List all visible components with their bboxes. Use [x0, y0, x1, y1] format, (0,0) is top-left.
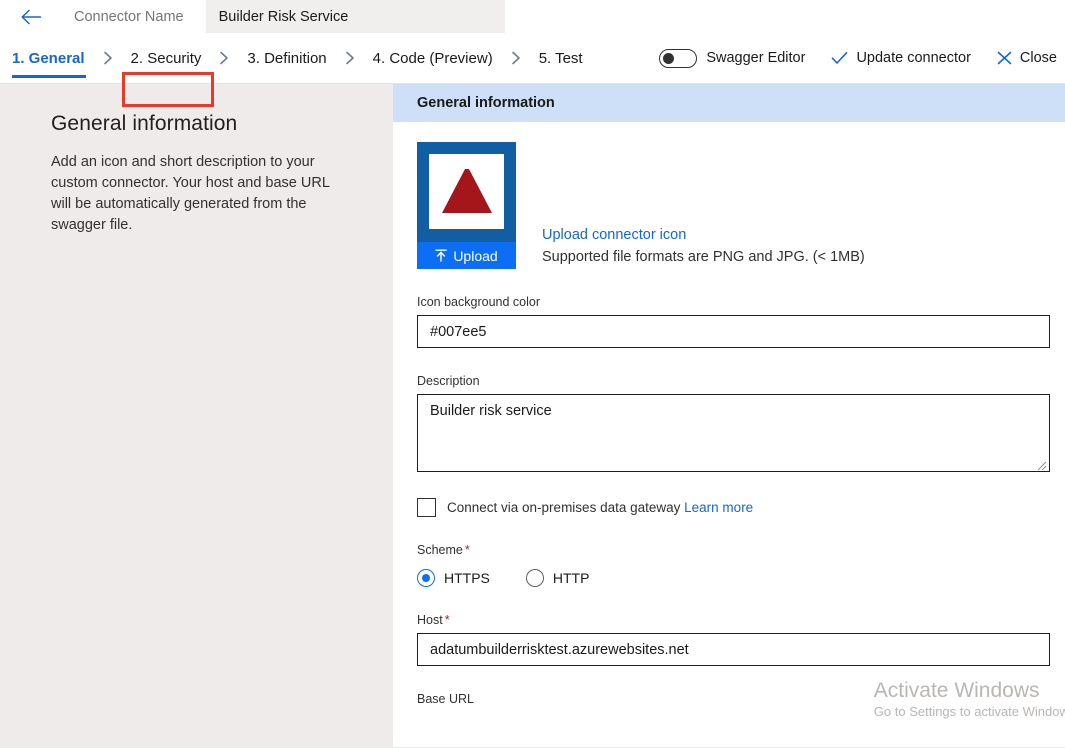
page-title: General information: [51, 112, 238, 135]
close-button[interactable]: Close: [997, 50, 1065, 66]
upload-format-note: Supported file formats are PNG and JPG. …: [542, 249, 865, 265]
icon-background-color-field: Icon background color #007ee5: [417, 295, 1065, 348]
host-label: Host *: [417, 613, 1065, 627]
step-label: 3. Definition: [247, 49, 327, 67]
step-chevron-icon-3: [340, 51, 360, 65]
base-url-field: Base URL: [417, 692, 1065, 706]
connector-icon-preview: [429, 154, 504, 229]
wizard-step-bar: 1. General 2. Security 3. Definition 4. …: [0, 33, 1065, 107]
gateway-checkbox-row: Connect via on-premises data gateway Lea…: [417, 498, 1065, 517]
description-input[interactable]: Builder risk service: [417, 394, 1050, 472]
connector-name-label: Connector Name: [74, 8, 184, 25]
top-bar-filler: [504, 0, 1065, 33]
upload-connector-icon-link[interactable]: Upload connector icon: [542, 225, 865, 245]
step-tab-code-preview[interactable]: 4. Code (Preview): [360, 33, 506, 84]
content-area: General information Add an icon and shor…: [0, 84, 1065, 747]
page-description: Add an icon and short description to you…: [51, 154, 330, 233]
gateway-checkbox-label: Connect via on-premises data gateway Lea…: [447, 500, 753, 515]
gateway-checkbox-text: Connect via on-premises data gateway: [447, 500, 681, 515]
scheme-option-https[interactable]: HTTPS: [417, 569, 490, 587]
scheme-option-https-label: HTTPS: [444, 570, 490, 586]
connector-icon-section: Upload Upload connector icon Supported f…: [417, 142, 1065, 269]
connector-name-tab[interactable]: Builder Risk Service: [205, 0, 505, 33]
scheme-label: Scheme *: [417, 543, 1065, 557]
step-tab-security[interactable]: 2. Security: [118, 33, 215, 84]
scheme-option-http[interactable]: HTTP: [525, 569, 590, 587]
upload-arrow-icon: [435, 249, 448, 262]
required-asterisk: *: [464, 543, 470, 557]
close-x-icon: [997, 51, 1012, 65]
step-tab-general[interactable]: 1. General: [0, 33, 98, 84]
panel-header: General information: [393, 84, 1065, 122]
step-chevron-icon-4: [506, 51, 526, 65]
toggle-knob: [663, 52, 675, 64]
scheme-label-text: Scheme: [417, 543, 463, 557]
step-chevron-icon-2: [214, 51, 234, 65]
description-label: Description: [417, 374, 480, 388]
host-input[interactable]: adatumbuilderrisktest.azurewebsites.net: [417, 633, 1050, 666]
gateway-checkbox[interactable]: [417, 498, 436, 517]
toggle-switch-icon: [659, 48, 698, 68]
scheme-radio-group: HTTPS HTTP: [417, 569, 1065, 587]
textarea-resize-grip[interactable]: [1037, 459, 1047, 471]
step-tab-test[interactable]: 5. Test: [526, 33, 596, 84]
icon-background-color-input[interactable]: #007ee5: [417, 315, 1050, 348]
description-field: Description Builder risk service: [417, 374, 1065, 472]
upload-button-label: Upload: [453, 247, 498, 264]
panel-body: Upload Upload connector icon Supported f…: [393, 142, 1065, 706]
step-tab-definition[interactable]: 3. Definition: [234, 33, 339, 84]
scheme-option-http-label: HTTP: [552, 570, 590, 586]
host-field: Host * adatumbuilderrisktest.azurewebsite…: [417, 613, 1065, 666]
back-arrow-icon: [20, 9, 42, 25]
step-label: 4. Code (Preview): [372, 49, 493, 67]
connector-icon-upload-card[interactable]: Upload: [417, 142, 516, 269]
base-url-label: Base URL: [417, 692, 474, 706]
scheme-field: Scheme * HTTPS HTTP: [417, 543, 1065, 587]
back-button[interactable]: [0, 0, 62, 33]
required-asterisk: *: [444, 613, 450, 627]
host-label-text: Host: [417, 613, 443, 627]
checkmark-icon: [831, 51, 848, 65]
connector-icon-texts: Upload connector icon Supported file for…: [542, 225, 865, 269]
update-connector-label: Update connector: [856, 50, 971, 66]
step-label: 2. Security: [130, 49, 202, 67]
radio-https-icon: [417, 569, 435, 587]
icon-background-color-label: Icon background color: [417, 295, 540, 309]
update-connector-button[interactable]: Update connector: [831, 50, 971, 66]
description-value: Builder risk service: [430, 403, 552, 419]
left-info-pane: General information Add an icon and shor…: [0, 84, 393, 747]
upload-icon-button[interactable]: Upload: [417, 242, 516, 269]
swagger-editor-label: Swagger Editor: [706, 50, 806, 66]
top-bar: Connector Name Builder Risk Service: [0, 0, 1065, 33]
step-label: 5. Test: [538, 49, 583, 67]
radio-http-icon: [525, 569, 544, 587]
learn-more-link[interactable]: Learn more: [684, 500, 753, 515]
step-label: 1. General: [12, 49, 85, 67]
step-chevron-icon-1: [98, 51, 118, 65]
close-label: Close: [1019, 50, 1057, 66]
form-panel: General information Upload Upload connec…: [393, 84, 1065, 747]
adatum-a-logo-icon: [438, 166, 496, 218]
swagger-editor-toggle[interactable]: Swagger Editor: [659, 48, 806, 68]
